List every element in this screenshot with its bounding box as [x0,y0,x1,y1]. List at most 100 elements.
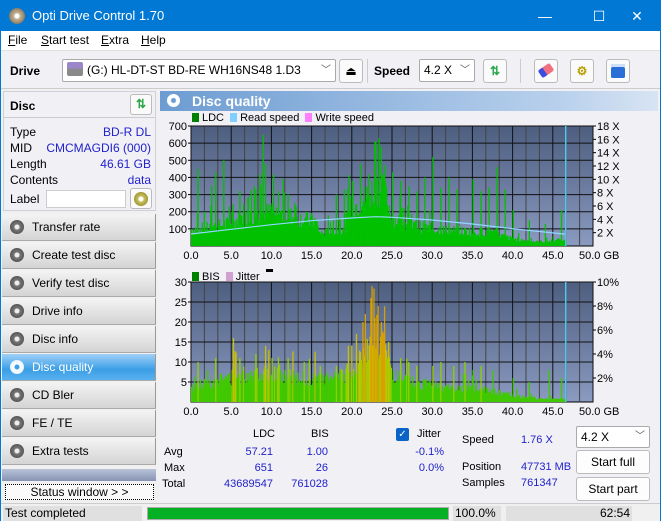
disc-refresh-button[interactable]: ⇅ [130,94,152,115]
avg-label: Avg [164,446,183,458]
x-tick-label: 15.0 [301,250,322,259]
erase-icon [537,62,555,79]
erase-button[interactable] [534,59,558,83]
menu-extra-accel: E [101,33,110,47]
minimize-button[interactable]: — [522,1,568,31]
start-part-button[interactable]: Start part [576,477,650,501]
disc-gear-icon [10,444,24,458]
data-spike [472,179,474,246]
data-spike [448,177,450,246]
data-spike [370,298,372,402]
settings-button[interactable]: ⚙ [570,59,594,83]
menu-extra-label: xtra [109,33,130,47]
data-spike [387,342,390,402]
data-spike [271,358,273,402]
refresh-icon: ⇅ [489,64,501,78]
x-tick-label: 45.0 [542,250,563,259]
disc-gear-icon [10,276,24,290]
sidebar-item-verify-test-disc[interactable]: Verify test disc [2,270,156,297]
disc-header: Disc [10,99,36,113]
data-spike [440,187,442,246]
jitter-checkbox[interactable]: ✓ [396,428,409,441]
status-text: Test completed [3,506,142,521]
y-tick-label: 500 [169,155,187,167]
save-button[interactable] [606,59,630,83]
menu-file[interactable]: File [8,33,27,47]
x-tick-label: 5.0 [224,250,239,259]
y-tick-label: 700 [169,121,187,133]
label-disc-button[interactable] [130,188,152,209]
disc-gear-icon [10,248,24,262]
chevron-down-icon: ﹀ [321,65,331,76]
sidebar-item-transfer-rate[interactable]: Transfer rate [2,214,156,241]
data-spike [392,172,394,246]
speed-select[interactable]: 4.2 X ﹀ [419,59,475,82]
sidebar-item-fe-te[interactable]: FE / TE [2,410,156,437]
y2-tick-label: 18 X [597,121,620,133]
x-tick-label: 45.0 [542,406,563,415]
title-bar: Opti Drive Control 1.70 — ☐ ✕ [1,1,660,31]
menu-extra[interactable]: Extra [101,33,129,47]
menu-bar: File Start test Extra Help [1,31,660,51]
sidebar-item-disc-quality[interactable]: Disc quality [2,354,156,381]
sidebar-item-create-test-disc[interactable]: Create test disc [2,242,156,269]
data-spike [464,362,466,402]
label-input[interactable] [46,190,126,208]
test-speed-select[interactable]: 4.2 X ﹀ [576,426,650,448]
sidebar-item-extra-tests[interactable]: Extra tests [2,438,156,465]
mid-value: CMCMAGDI6 (000) [46,141,151,155]
x-tick-label: 15.0 [301,406,322,415]
data-spike [432,156,434,246]
y2-tick-label: 14 X [597,148,620,160]
avg-ldc: 57.21 [245,446,273,458]
data-spike [211,186,213,246]
progress-fill [148,508,448,519]
contents-label: Contents [10,173,59,187]
sidebar-item-disc-info[interactable]: Disc info [2,326,156,353]
elapsed-time: 62:54 [506,506,632,521]
data-spike [355,334,358,402]
status-window-button[interactable]: Status window > > [5,484,154,500]
menu-start-test[interactable]: Start test [41,33,89,47]
sidebar-item-cd-bler[interactable]: CD Bler [2,382,156,409]
data-spike [380,146,383,246]
disc-quality-icon [167,94,180,107]
data-spike [197,168,199,246]
close-button[interactable]: ✕ [614,1,660,31]
chevron-down-icon: ﹀ [460,65,470,76]
data-spike [197,362,199,402]
data-spike [492,370,494,402]
sidebar-item-drive-info[interactable]: Drive info [2,298,156,325]
x-tick-label: 35.0 [462,406,483,415]
start-full-button[interactable]: Start full [576,450,650,474]
data-spike [528,220,530,246]
x-tick-label: 0.0 [183,406,198,415]
data-spike [480,191,482,246]
y-tick-label: 300 [169,190,187,202]
eject-button[interactable]: ⏏ [339,59,363,83]
disc-gear-icon [10,388,24,402]
y-tick-label: 5 [181,377,187,389]
label-label: Label [10,192,40,206]
speed-label: Speed [374,64,411,78]
sidebar-item-label: Drive info [32,304,83,318]
disc-quality-panel: Disc quality LDC Read speed Write speed … [158,89,660,503]
y2-tick-label: 2% [597,373,613,385]
y2-tick-label: 12 X [597,161,620,173]
menu-help[interactable]: Help [141,33,166,47]
y-tick-label: 30 [175,277,187,289]
app-disc-icon [9,8,25,24]
data-spike [367,174,370,246]
y2-tick-label: 16 X [597,134,620,146]
data-spike [207,370,209,402]
data-spike [359,163,362,246]
data-spike [239,358,241,402]
drive-select[interactable]: (G:) HL-DT-ST BD-RE WH16NS48 1.D3 ﹀ [62,59,336,82]
data-spike [383,330,386,402]
y-tick-label: 600 [169,138,187,150]
y-tick-label: 20 [175,317,187,329]
avg-jitter: -0.1% [415,446,444,458]
data-spike [456,189,458,246]
x-tick-label: 35.0 [462,250,483,259]
refresh-button[interactable]: ⇅ [483,59,507,83]
